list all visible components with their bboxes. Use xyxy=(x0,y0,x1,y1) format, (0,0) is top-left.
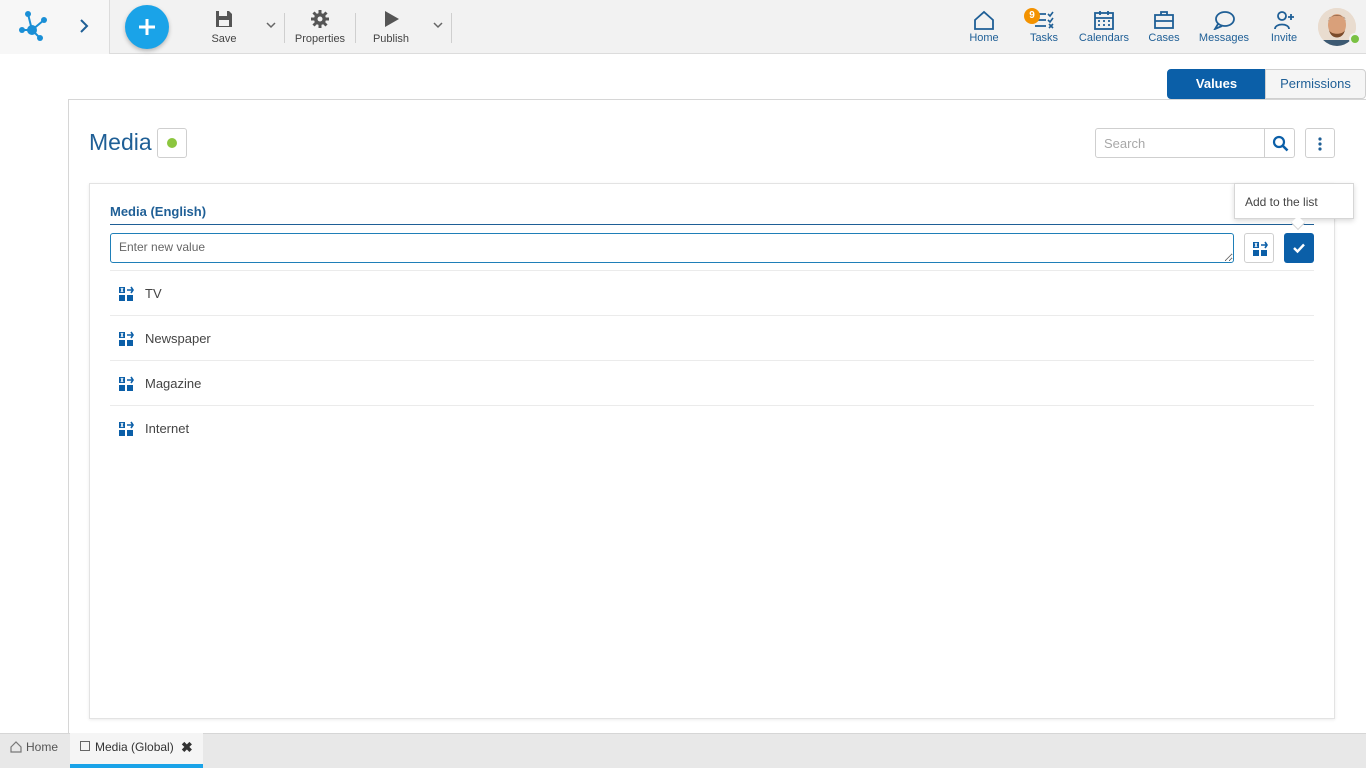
values-card xyxy=(89,183,1335,719)
list-item[interactable]: Newspaper xyxy=(110,315,1314,360)
gear-icon xyxy=(311,10,329,28)
logo-area xyxy=(0,0,110,54)
more-options-button[interactable] xyxy=(1305,128,1335,158)
new-value-input[interactable] xyxy=(110,233,1234,263)
home-icon xyxy=(10,741,22,753)
add-user-icon xyxy=(1274,11,1294,30)
chat-bubble-icon xyxy=(1213,11,1235,30)
home-icon xyxy=(974,10,994,30)
list-item-label: Newspaper xyxy=(145,331,211,346)
save-button[interactable]: Save xyxy=(202,0,246,54)
nav-tasks-label: Tasks xyxy=(1029,32,1059,44)
nav-home[interactable]: Home xyxy=(964,0,1004,54)
status-button[interactable] xyxy=(157,128,187,158)
calendar-icon xyxy=(1094,11,1114,30)
plus-icon xyxy=(139,19,155,35)
publish-button[interactable]: Publish xyxy=(368,0,414,54)
nav-cases-label: Cases xyxy=(1148,32,1180,44)
toolbar-divider xyxy=(451,13,452,43)
nav-invite-label: Invite xyxy=(1270,32,1298,44)
list-item-label: TV xyxy=(145,286,162,301)
save-icon xyxy=(216,11,232,27)
list-item-label: Internet xyxy=(145,421,190,436)
translate-icon xyxy=(1253,241,1268,256)
nav-messages-label: Messages xyxy=(1198,32,1250,44)
search-icon xyxy=(1272,135,1289,152)
nav-invite[interactable]: Invite xyxy=(1264,0,1304,54)
section-title: Media (English) xyxy=(110,204,207,219)
bottom-tab-home[interactable]: Home xyxy=(0,733,68,768)
translate-icon[interactable] xyxy=(118,376,134,392)
tab-permissions[interactable]: Permissions xyxy=(1265,69,1366,99)
nav-calendars-label: Calendars xyxy=(1078,32,1130,44)
tab-values[interactable]: Values xyxy=(1167,69,1266,99)
list-item-label: Magazine xyxy=(145,376,202,391)
page-title: Media xyxy=(89,129,152,155)
translate-icon[interactable] xyxy=(118,331,134,347)
app-logo-icon[interactable] xyxy=(14,8,50,44)
vertical-ellipsis-icon xyxy=(1318,137,1322,151)
briefcase-icon xyxy=(1154,11,1174,29)
properties-label: Properties xyxy=(294,33,346,45)
check-icon xyxy=(1293,243,1305,254)
add-button[interactable] xyxy=(125,5,169,49)
status-indicator xyxy=(167,138,177,148)
bottom-tab-home-label: Home xyxy=(26,740,59,754)
bottom-tab-media[interactable]: Media (Global) ✖ xyxy=(70,733,203,768)
toolbar-divider xyxy=(355,13,356,43)
tasks-count-badge: 9 xyxy=(1024,8,1040,24)
save-dropdown-chevron-icon[interactable] xyxy=(265,18,277,32)
multilanguage-button[interactable] xyxy=(1244,233,1274,263)
document-icon xyxy=(80,741,90,751)
list-item[interactable]: TV xyxy=(110,270,1314,315)
translate-icon[interactable] xyxy=(118,286,134,302)
online-status-dot xyxy=(1349,33,1361,45)
search-button[interactable] xyxy=(1264,128,1295,158)
translate-icon[interactable] xyxy=(118,421,134,437)
nav-home-label: Home xyxy=(969,32,999,44)
add-to-list-button[interactable] xyxy=(1284,233,1314,263)
chevron-right-icon[interactable] xyxy=(76,16,92,36)
section-divider xyxy=(110,224,1314,225)
toolbar-divider xyxy=(284,13,285,43)
search-input[interactable] xyxy=(1095,128,1265,158)
nav-messages[interactable]: Messages xyxy=(1196,0,1252,54)
bottom-tab-bar xyxy=(0,733,1366,768)
close-icon[interactable]: ✖ xyxy=(181,739,193,756)
add-to-list-tooltip: Add to the list xyxy=(1234,183,1354,219)
publish-label: Publish xyxy=(372,33,410,45)
properties-button[interactable]: Properties xyxy=(292,0,348,54)
nav-cases[interactable]: Cases xyxy=(1144,0,1184,54)
publish-dropdown-chevron-icon[interactable] xyxy=(432,18,444,32)
save-label: Save xyxy=(211,33,237,45)
list-item[interactable]: Internet xyxy=(110,405,1314,450)
nav-calendars[interactable]: Calendars xyxy=(1076,0,1132,54)
list-item[interactable]: Magazine xyxy=(110,360,1314,405)
bottom-tab-media-label: Media (Global) xyxy=(95,740,174,754)
play-icon xyxy=(385,11,399,27)
